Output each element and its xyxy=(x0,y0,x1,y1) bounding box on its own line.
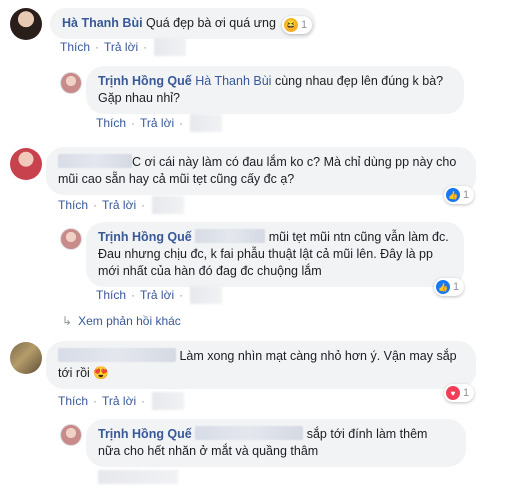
love-icon: ♥ xyxy=(446,386,460,400)
comment-bubble: C ơi cái này làm có đau lắm ko c? Mà chỉ… xyxy=(46,147,476,195)
reaction-count[interactable]: 👍 1 xyxy=(434,278,465,296)
timestamp xyxy=(190,286,223,304)
comment-bubble: Làm xong nhìn mạt càng nhỏ hơn ý. Vận ma… xyxy=(46,341,476,389)
comment-actions: Thích · Trả lời · xyxy=(58,196,185,214)
reply-bubble: Trịnh Hồng Quế Hà Thanh Bùi cùng nhau đẹ… xyxy=(86,66,464,114)
reply-actions xyxy=(96,470,178,484)
heart-eyes-emoji: 😍 xyxy=(93,366,109,380)
like-link[interactable]: Thích xyxy=(58,198,88,212)
reply-arrow-icon: ↳ xyxy=(62,314,73,328)
view-more-replies[interactable]: ↳ Xem phản hồi khác xyxy=(62,314,181,328)
avatar[interactable] xyxy=(60,424,82,446)
redacted-name xyxy=(195,229,266,243)
reaction-count[interactable]: 😆 1 xyxy=(282,16,313,34)
commenter-name[interactable]: Trịnh Hồng Quế xyxy=(98,74,192,88)
reply-link[interactable]: Trả lời xyxy=(102,198,136,212)
like-link[interactable]: Thích xyxy=(96,116,126,130)
comment-text: Quá đẹp bà ơi quá ưng xyxy=(146,16,276,30)
like-link[interactable]: Thích xyxy=(60,40,90,54)
reply-bubble: Trịnh Hồng Quế sắp tới đính làm thêm nữa… xyxy=(86,419,466,467)
reply-link[interactable]: Trả lời xyxy=(104,40,138,54)
avatar[interactable] xyxy=(10,148,42,180)
like-icon: 👍 xyxy=(436,280,450,294)
commenter-name[interactable]: Trịnh Hồng Quế xyxy=(98,427,192,441)
timestamp xyxy=(98,470,178,484)
haha-icon: 😆 xyxy=(284,18,298,32)
avatar[interactable] xyxy=(60,72,82,94)
reply-link[interactable]: Trả lời xyxy=(102,394,136,408)
timestamp xyxy=(190,114,223,132)
timestamp xyxy=(154,38,187,56)
comment-actions: Thích · Trả lời · xyxy=(58,392,185,410)
redacted-name xyxy=(58,348,176,362)
like-link[interactable]: Thích xyxy=(96,288,126,302)
redacted-name xyxy=(58,154,132,168)
mention-link[interactable]: Hà Thanh Bùi xyxy=(195,74,271,88)
reaction-count[interactable]: 👍 1 xyxy=(444,186,475,204)
comment-bubble: Hà Thanh Bùi Quá đẹp bà ơi quá ưng xyxy=(50,8,316,39)
avatar[interactable] xyxy=(10,8,42,40)
avatar[interactable] xyxy=(10,342,42,374)
timestamp xyxy=(152,196,185,214)
reply-bubble: Trịnh Hồng Quế mũi tẹt mũi ntn cũng vẫn … xyxy=(86,222,464,287)
reply-link[interactable]: Trả lời xyxy=(140,116,174,130)
reply-actions: Thích · Trả lời · xyxy=(96,286,223,304)
redacted-name xyxy=(195,426,304,440)
reply-link[interactable]: Trả lời xyxy=(140,288,174,302)
reaction-count[interactable]: ♥ 1 xyxy=(444,384,475,402)
reply-actions: Thích · Trả lời · xyxy=(96,114,223,132)
like-icon: 👍 xyxy=(446,188,460,202)
timestamp xyxy=(152,392,185,410)
like-link[interactable]: Thích xyxy=(58,394,88,408)
commenter-name[interactable]: Trịnh Hồng Quế xyxy=(98,230,192,244)
comment-actions: Thích · Trả lời · xyxy=(60,38,187,56)
commenter-name[interactable]: Hà Thanh Bùi xyxy=(62,16,143,30)
avatar[interactable] xyxy=(60,228,82,250)
